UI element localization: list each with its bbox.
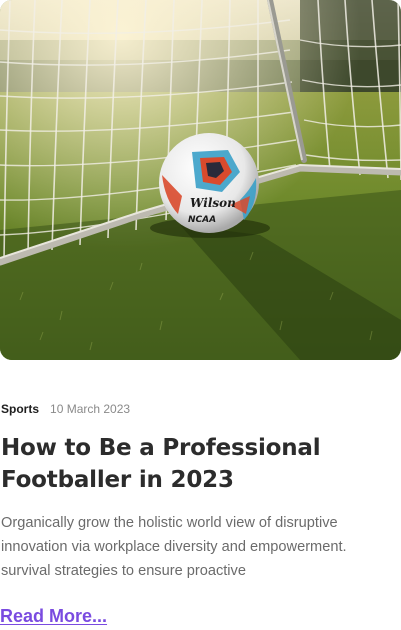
post-category-link[interactable]: Sports bbox=[1, 400, 39, 418]
blog-post-card: Wilson NCAA Sports 10 March 2023 How to … bbox=[0, 0, 401, 630]
post-featured-image[interactable]: Wilson NCAA bbox=[0, 0, 401, 360]
soccer-ball-icon: Wilson NCAA bbox=[159, 133, 259, 233]
soccer-goal-photo: Wilson NCAA bbox=[0, 0, 401, 360]
post-meta: Sports 10 March 2023 bbox=[1, 400, 130, 418]
post-title[interactable]: How to Be a Professional Footballer in 2… bbox=[1, 432, 391, 496]
read-more-link[interactable]: Read More... bbox=[0, 604, 107, 628]
svg-text:NCAA: NCAA bbox=[188, 215, 216, 225]
svg-text:Wilson: Wilson bbox=[190, 196, 236, 210]
post-date: 10 March 2023 bbox=[50, 402, 131, 416]
post-excerpt: Organically grow the holistic world view… bbox=[1, 515, 347, 579]
